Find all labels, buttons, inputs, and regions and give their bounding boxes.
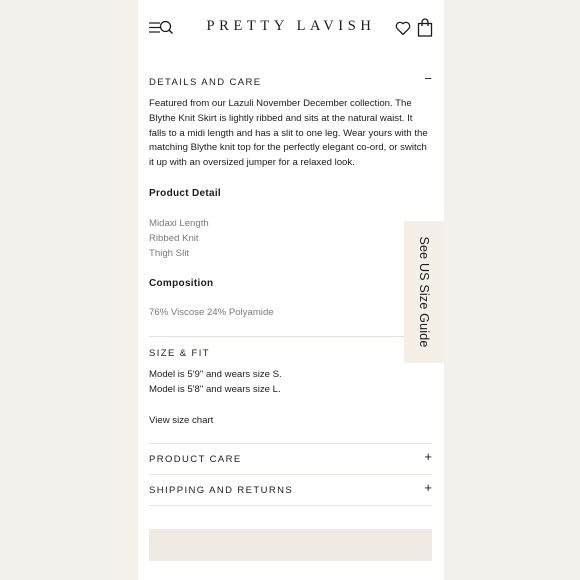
product-detail-item: Ribbed Knit [149, 233, 199, 244]
product-description: Featured from our Lazuli November Decemb… [149, 98, 428, 169]
product-detail-item: Thigh Slit [149, 248, 189, 259]
size-and-fit-title[interactable]: SIZE & FIT [149, 348, 210, 359]
model-size-line: Model is 5'9" and wears size S. [149, 369, 282, 380]
heart-icon[interactable] [394, 19, 412, 37]
expand-shipping-icon[interactable]: + [424, 481, 432, 494]
view-size-chart-link[interactable]: View size chart [149, 415, 213, 426]
model-size-line: Model is 5'8" and wears size L. [149, 384, 281, 395]
product-care-title[interactable]: PRODUCT CARE [149, 454, 242, 465]
brand-logo[interactable]: PRETTY LAVISH [200, 18, 382, 35]
site-header: PRETTY LAVISH [138, 0, 444, 56]
size-guide-tab[interactable]: See US Size Guide [404, 221, 444, 363]
expand-product-care-icon[interactable]: + [424, 450, 432, 463]
divider [149, 474, 432, 475]
divider [149, 443, 432, 444]
product-detail-item: Midaxi Length [149, 218, 209, 229]
product-page: PRETTY LAVISH DETAILS AND CARE − Feature… [138, 0, 444, 580]
details-and-care-title[interactable]: DETAILS AND CARE [149, 77, 262, 88]
shipping-and-returns-title[interactable]: SHIPPING AND RETURNS [149, 485, 293, 496]
menu-search-icon[interactable] [148, 18, 176, 38]
shopping-bag-icon[interactable] [417, 18, 433, 37]
composition-heading: Composition [149, 278, 214, 289]
size-guide-label: See US Size Guide [417, 236, 431, 348]
divider [149, 336, 432, 337]
collapse-details-icon[interactable]: − [424, 72, 432, 85]
add-to-bag-bar[interactable] [149, 529, 432, 561]
product-detail-heading: Product Detail [149, 188, 221, 199]
composition-value: 76% Viscose 24% Polyamide [149, 307, 274, 318]
divider [149, 505, 432, 506]
